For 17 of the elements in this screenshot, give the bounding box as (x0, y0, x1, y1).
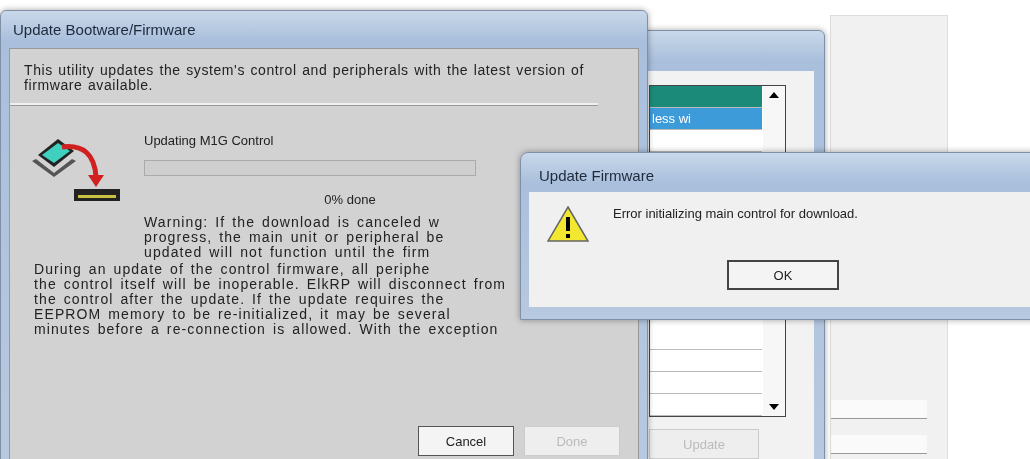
info-text: During an update of the control firmware, all periphe (34, 262, 432, 277)
warning-text: updated will not function until the firm (144, 245, 432, 260)
status-text: Updating M1G Control (144, 132, 275, 150)
cancel-button[interactable]: Cancel (418, 426, 514, 456)
info-text: the control itself will be inoperable. ElkRP will disconnect from (34, 277, 508, 292)
error-message: Error initializing main control for download. (613, 206, 858, 221)
info-text: EEPROM memory to be re-initialized, it may be several (34, 307, 452, 322)
list-item[interactable]: less wi (650, 108, 762, 130)
progress-label: 0% done (324, 191, 376, 209)
ok-button[interactable]: OK (727, 260, 839, 290)
dialog-title: Update Firmware (538, 166, 656, 186)
warning-text: Warning: If the download is canceled w (144, 215, 442, 230)
info-text: the control after the update. If the update requires the (34, 292, 446, 307)
info-text: minutes before a re-connection is allowed. With the exception (34, 322, 500, 337)
intro-text: This utility updates the system's control and peripherals with the latest version of firmware available. (10, 49, 598, 105)
warning-text: progress, the main unit or peripheral be (144, 230, 446, 245)
window-title: Update Bootware/Firmware (12, 20, 197, 40)
